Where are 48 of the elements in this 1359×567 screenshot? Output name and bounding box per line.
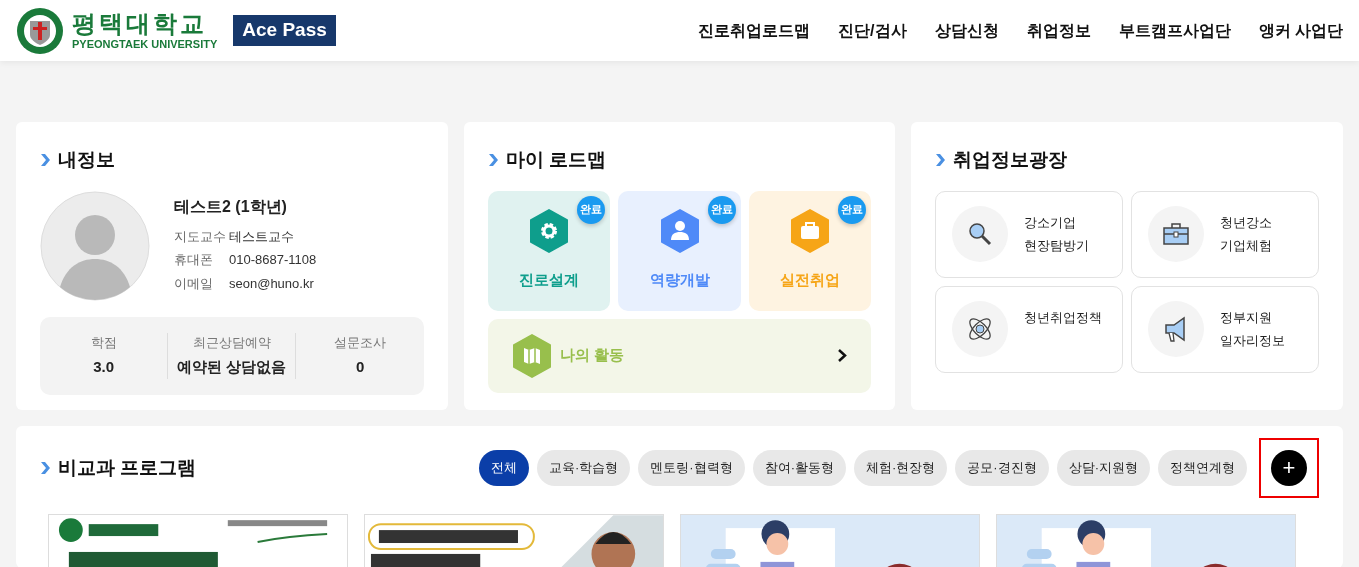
info-link[interactable]: 정부지원 일자리정보 bbox=[1131, 285, 1319, 373]
filter-chip[interactable]: 공모·경진형 bbox=[955, 450, 1049, 486]
stat-label: 학점 bbox=[89, 333, 118, 352]
filter-chip[interactable]: 멘토링·협력형 bbox=[638, 450, 745, 486]
stat-value: 3.0 bbox=[92, 357, 116, 377]
info-link[interactable]: 강소기업 현장탐방기 bbox=[935, 190, 1124, 278]
filter-chip[interactable]: 체험·현장형 bbox=[853, 450, 948, 486]
chevron-right-icon bbox=[838, 349, 848, 362]
info-link[interactable]: 청년강소 기업체험 bbox=[1131, 190, 1319, 278]
university-name-english: PYEONGTAEK UNIVERSITY bbox=[72, 38, 218, 50]
stat-label: 최근상담예약 bbox=[191, 333, 272, 352]
status-badge: 완료 bbox=[838, 195, 867, 224]
filter-chip[interactable]: 참여·활동형 bbox=[752, 450, 846, 486]
university-name: 평택대학교 bbox=[72, 11, 208, 36]
info-link[interactable]: 청년취업정책 bbox=[935, 285, 1124, 373]
chevron-icon bbox=[487, 154, 498, 167]
filter-chip[interactable]: 상담·지원형 bbox=[1056, 450, 1150, 486]
filter-chip[interactable]: 교육·학습형 bbox=[536, 450, 631, 486]
service-badge: Ace Pass bbox=[233, 15, 336, 46]
field-label: 이메일 bbox=[174, 274, 214, 293]
filter-chip[interactable]: 정책연계형 bbox=[1158, 450, 1247, 486]
status-badge: 완료 bbox=[577, 195, 606, 224]
status-badge: 완료 bbox=[707, 195, 736, 224]
nav-link[interactable]: 부트캠프사업단 bbox=[1118, 18, 1231, 43]
section-title: 내정보 bbox=[58, 148, 115, 172]
field-value: seon@huno.kr bbox=[229, 274, 314, 293]
stat-value: 예약된 상담없음 bbox=[176, 357, 288, 377]
nav-link[interactable]: 상담신청 bbox=[934, 18, 999, 43]
nav-link[interactable]: 진로취업로드맵 bbox=[698, 18, 811, 43]
nav-link[interactable]: 진단/검사 bbox=[838, 18, 907, 43]
section-title: 취업정보광장 bbox=[953, 148, 1068, 172]
filter-chip[interactable]: 전체 bbox=[478, 450, 529, 486]
section-title: 비교과 프로그램 bbox=[58, 455, 197, 480]
section-title: 마이 로드맵 bbox=[505, 148, 606, 172]
add-button[interactable]: + bbox=[1271, 450, 1307, 486]
chevron-icon bbox=[40, 462, 50, 474]
nav-link[interactable]: 앵커 사업단 bbox=[1258, 18, 1343, 43]
chevron-icon bbox=[935, 154, 946, 167]
student-name: 테스트2 (1학년) bbox=[174, 196, 288, 217]
field-label: 휴대폰 bbox=[174, 251, 214, 269]
stat-value: 0 bbox=[354, 357, 366, 377]
field-value: 010-8687-1108 bbox=[229, 251, 317, 269]
nav-link[interactable]: 취업정보 bbox=[1026, 18, 1091, 43]
field-value: 테스트교수 bbox=[229, 227, 294, 246]
field-label: 지도교수 bbox=[174, 227, 227, 246]
university-emblem-icon bbox=[16, 6, 64, 55]
chevron-icon bbox=[40, 154, 50, 167]
stat-label: 설문조사 bbox=[333, 333, 388, 352]
